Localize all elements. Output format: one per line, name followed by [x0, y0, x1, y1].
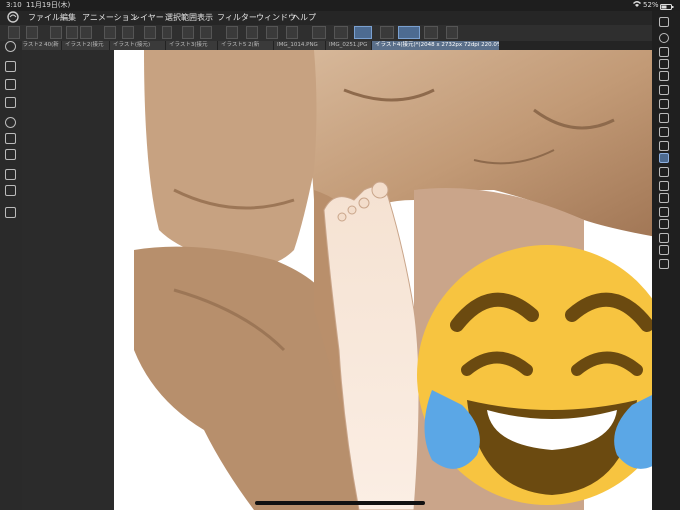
- intermediate-color-icon[interactable]: [5, 149, 16, 160]
- fill-button[interactable]: [334, 26, 348, 39]
- fill-tool-icon[interactable]: [659, 219, 669, 229]
- zoom-tool-icon[interactable]: [659, 33, 669, 43]
- face-with-tears-of-joy-emoji: [417, 245, 652, 505]
- battery-percent: 52%: [643, 1, 659, 9]
- pen-tool-icon[interactable]: [659, 127, 669, 137]
- home-indicator: [255, 501, 425, 505]
- decoration-tool-icon[interactable]: [659, 181, 669, 191]
- layer-link-button[interactable]: [446, 26, 458, 39]
- frame-tool-icon[interactable]: [659, 259, 669, 269]
- tab-document-active[interactable]: イラスト4(接元)*(2048 x 2732px 72dpi 220.0%): [372, 41, 500, 50]
- ruler-button[interactable]: [380, 26, 394, 39]
- menu-file[interactable]: ファイル: [28, 11, 60, 25]
- tab-document[interactable]: IMG_1014.PNG: [274, 41, 326, 50]
- open-file-button[interactable]: [26, 26, 38, 39]
- gradient-tool-icon[interactable]: [659, 233, 669, 243]
- export-button[interactable]: [104, 26, 116, 39]
- canvas-area[interactable]: [22, 50, 652, 510]
- zoom-icon[interactable]: [5, 41, 16, 52]
- snap-special-button[interactable]: [424, 26, 438, 39]
- command-bar: [0, 25, 652, 41]
- deselect-button[interactable]: [226, 26, 238, 39]
- tab-document[interactable]: イラスト5 2(新: [218, 41, 274, 50]
- arrow-updown-button[interactable]: [162, 26, 172, 39]
- eyedropper-icon[interactable]: [659, 113, 669, 123]
- settings-button[interactable]: [80, 26, 92, 39]
- blend-tool-icon[interactable]: [659, 207, 669, 217]
- menu-edit[interactable]: 編集: [60, 11, 76, 25]
- copy-button[interactable]: [246, 26, 258, 39]
- menu-view[interactable]: 表示: [197, 11, 213, 25]
- operation-tool-icon[interactable]: [659, 59, 669, 69]
- menu-animation[interactable]: アニメーション: [82, 11, 138, 25]
- status-date: 11月19日(木): [26, 1, 71, 9]
- left-toolbar: [0, 41, 22, 510]
- tab-document[interactable]: イラスト(接元): [110, 41, 166, 50]
- color-wheel-icon[interactable]: [5, 117, 16, 128]
- layer-property-icon[interactable]: [5, 169, 16, 180]
- brush-tool-icon[interactable]: [659, 153, 669, 163]
- menu-filter[interactable]: フィルター: [217, 11, 257, 25]
- undo-button[interactable]: [182, 26, 194, 39]
- expand-icon[interactable]: [659, 17, 669, 27]
- menu-selection[interactable]: 選択範囲: [165, 11, 197, 25]
- airbrush-icon[interactable]: [659, 167, 669, 177]
- crop-button[interactable]: [286, 26, 298, 39]
- tool-palette: [652, 11, 680, 510]
- menu-help[interactable]: ヘルプ: [292, 11, 316, 25]
- menu-window[interactable]: ウィンドウ: [256, 11, 296, 25]
- tab-document[interactable]: イラスト2(接元: [62, 41, 110, 50]
- status-time: 3:10: [6, 1, 22, 9]
- menu-layer[interactable]: レイヤー: [132, 11, 164, 25]
- layers-icon[interactable]: [5, 185, 16, 196]
- hand-tool-icon[interactable]: [659, 47, 669, 57]
- save-button[interactable]: [50, 26, 62, 39]
- figure-tool-icon[interactable]: [659, 245, 669, 255]
- snap-button[interactable]: [398, 26, 420, 39]
- document-tabs: イラスト2 40(新 イラスト2(接元 イラスト(接元) イラスト3(接元 イラ…: [14, 41, 652, 50]
- pen-settings-icon[interactable]: [5, 61, 16, 72]
- tab-document[interactable]: IMG_0251.JPG: [326, 41, 372, 50]
- undo-history-button[interactable]: [66, 26, 78, 39]
- move-layer-icon[interactable]: [659, 71, 669, 81]
- pencil-tool-icon[interactable]: [659, 141, 669, 151]
- brush-opacity-icon[interactable]: [5, 97, 16, 108]
- tab-document[interactable]: イラスト3(接元: [166, 41, 218, 50]
- redo-button[interactable]: [200, 26, 212, 39]
- paste-button[interactable]: [266, 26, 278, 39]
- transparency-button[interactable]: [312, 26, 326, 39]
- selection-toggle-button[interactable]: [354, 26, 372, 39]
- eraser-icon[interactable]: [659, 193, 669, 203]
- new-file-button[interactable]: [8, 26, 20, 39]
- brush-size-icon[interactable]: [5, 79, 16, 90]
- selection-tool-icon[interactable]: [659, 85, 669, 95]
- menu-bar: ファイル 編集 アニメーション レイヤー 選択範囲 表示 フィルター ウィンドウ…: [0, 11, 680, 25]
- clear-button[interactable]: [122, 26, 134, 39]
- color-set-icon[interactable]: [5, 133, 16, 144]
- print-button[interactable]: [144, 26, 156, 39]
- status-bar: 3:10 11月19日(木) 52%: [0, 0, 680, 11]
- auto-select-icon[interactable]: [659, 99, 669, 109]
- material-icon[interactable]: [5, 207, 16, 218]
